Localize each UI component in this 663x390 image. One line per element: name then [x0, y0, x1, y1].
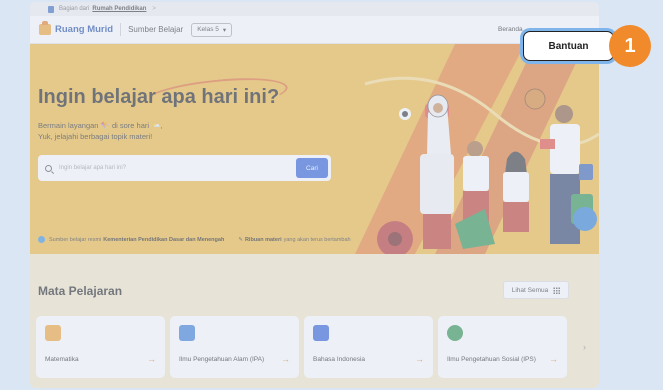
app-window: Bagian dari Rumah Pendidikan > Ruang Mur… — [30, 2, 599, 388]
navbar: Ruang Murid Sumber Belajar Kelas 5 ▾ Ber… — [30, 16, 599, 44]
top-strip-prefix: Bagian dari — [59, 6, 90, 12]
arrow-right-icon: → — [549, 354, 558, 364]
hero-subtitle-1: Bermain layangan 🪁 di sore hari 🌤️, — [38, 121, 163, 130]
subject-name: Ilmu Pengetahuan Sosial (IPS) — [447, 356, 536, 363]
subject-name: Matematika — [45, 356, 79, 363]
arrow-right-icon: → — [415, 354, 424, 364]
beranda-link[interactable]: Beranda — [498, 26, 523, 33]
sumber-belajar-label: Sumber Belajar — [128, 25, 184, 34]
brand-name[interactable]: Ruang Murid — [55, 24, 113, 35]
globe-icon — [447, 325, 463, 341]
ministry-icon — [38, 236, 45, 243]
subject-name: Bahasa Indonesia — [313, 356, 366, 363]
chevron-down-icon: ▾ — [222, 26, 227, 34]
arrow-right-icon: → — [147, 354, 156, 364]
subject-card-ipa[interactable]: Ilmu Pengetahuan Alam (IPA) → — [170, 316, 299, 378]
step-badge: 1 — [609, 25, 651, 67]
arrow-right-icon: → — [281, 354, 290, 364]
top-strip: Bagian dari Rumah Pendidikan > — [30, 2, 599, 16]
ruang-murid-logo-icon[interactable] — [39, 21, 51, 35]
rumah-pendidikan-link[interactable]: Rumah Pendidikan — [92, 6, 146, 12]
subject-card-bahasa-indonesia[interactable]: Bahasa Indonesia → — [304, 316, 433, 378]
search-input[interactable]: Ingin belajar apa hari ini? — [59, 165, 296, 171]
subject-card-ips[interactable]: Ilmu Pengetahuan Sosial (IPS) → — [438, 316, 567, 378]
kelas-select[interactable]: Kelas 5 ▾ — [191, 22, 233, 37]
search-icon — [45, 164, 52, 172]
footer-materials: Ribuan materi — [244, 236, 282, 243]
chevron-right-icon: > — [152, 6, 156, 12]
footer-text-2: yang akan terus bertambah — [283, 236, 351, 243]
hero-footer: Sumber belajar resmi Kementerian Pendidi… — [38, 236, 351, 243]
nav-divider — [120, 23, 122, 36]
book-icon — [313, 325, 329, 341]
kelas-value: Kelas 5 — [197, 26, 219, 33]
subject-name: Ilmu Pengetahuan Alam (IPA) — [179, 356, 265, 363]
bantuan-callout[interactable]: Bantuan — [523, 31, 614, 61]
materials-icon: ✎ — [238, 236, 243, 243]
calculator-icon — [45, 325, 61, 341]
subjects-title: Mata Pelajaran — [38, 284, 123, 298]
hero-subtitle-2: Yuk, jelajahi berbagai topik materi! — [38, 132, 153, 141]
grid-icon — [553, 286, 561, 294]
search-button[interactable]: Cari — [296, 158, 328, 178]
see-all-label: Lihat Semua — [511, 286, 549, 294]
search-bar[interactable]: Ingin belajar apa hari ini? Cari — [38, 155, 331, 181]
flag-icon — [48, 5, 54, 13]
subject-card-matematika[interactable]: Matematika → — [36, 316, 165, 378]
subjects-section: Mata Pelajaran Lihat Semua Matematika → … — [30, 254, 599, 388]
hero-title: Ingin belajar apa hari ini? — [38, 86, 280, 108]
see-all-button[interactable]: Lihat Semua — [503, 281, 569, 299]
footer-ministry: Kementerian Pendidikan Dasar dan Menenga… — [103, 236, 225, 243]
plant-icon — [179, 325, 195, 341]
footer-text-1: Sumber belajar resmi — [49, 236, 102, 243]
carousel-next-icon[interactable]: › — [583, 342, 586, 352]
hero-banner: Ingin belajar apa hari ini? Bermain laya… — [30, 44, 599, 254]
hero-illustration — [355, 44, 599, 254]
subject-cards: Matematika → Ilmu Pengetahuan Alam (IPA)… — [36, 316, 567, 378]
